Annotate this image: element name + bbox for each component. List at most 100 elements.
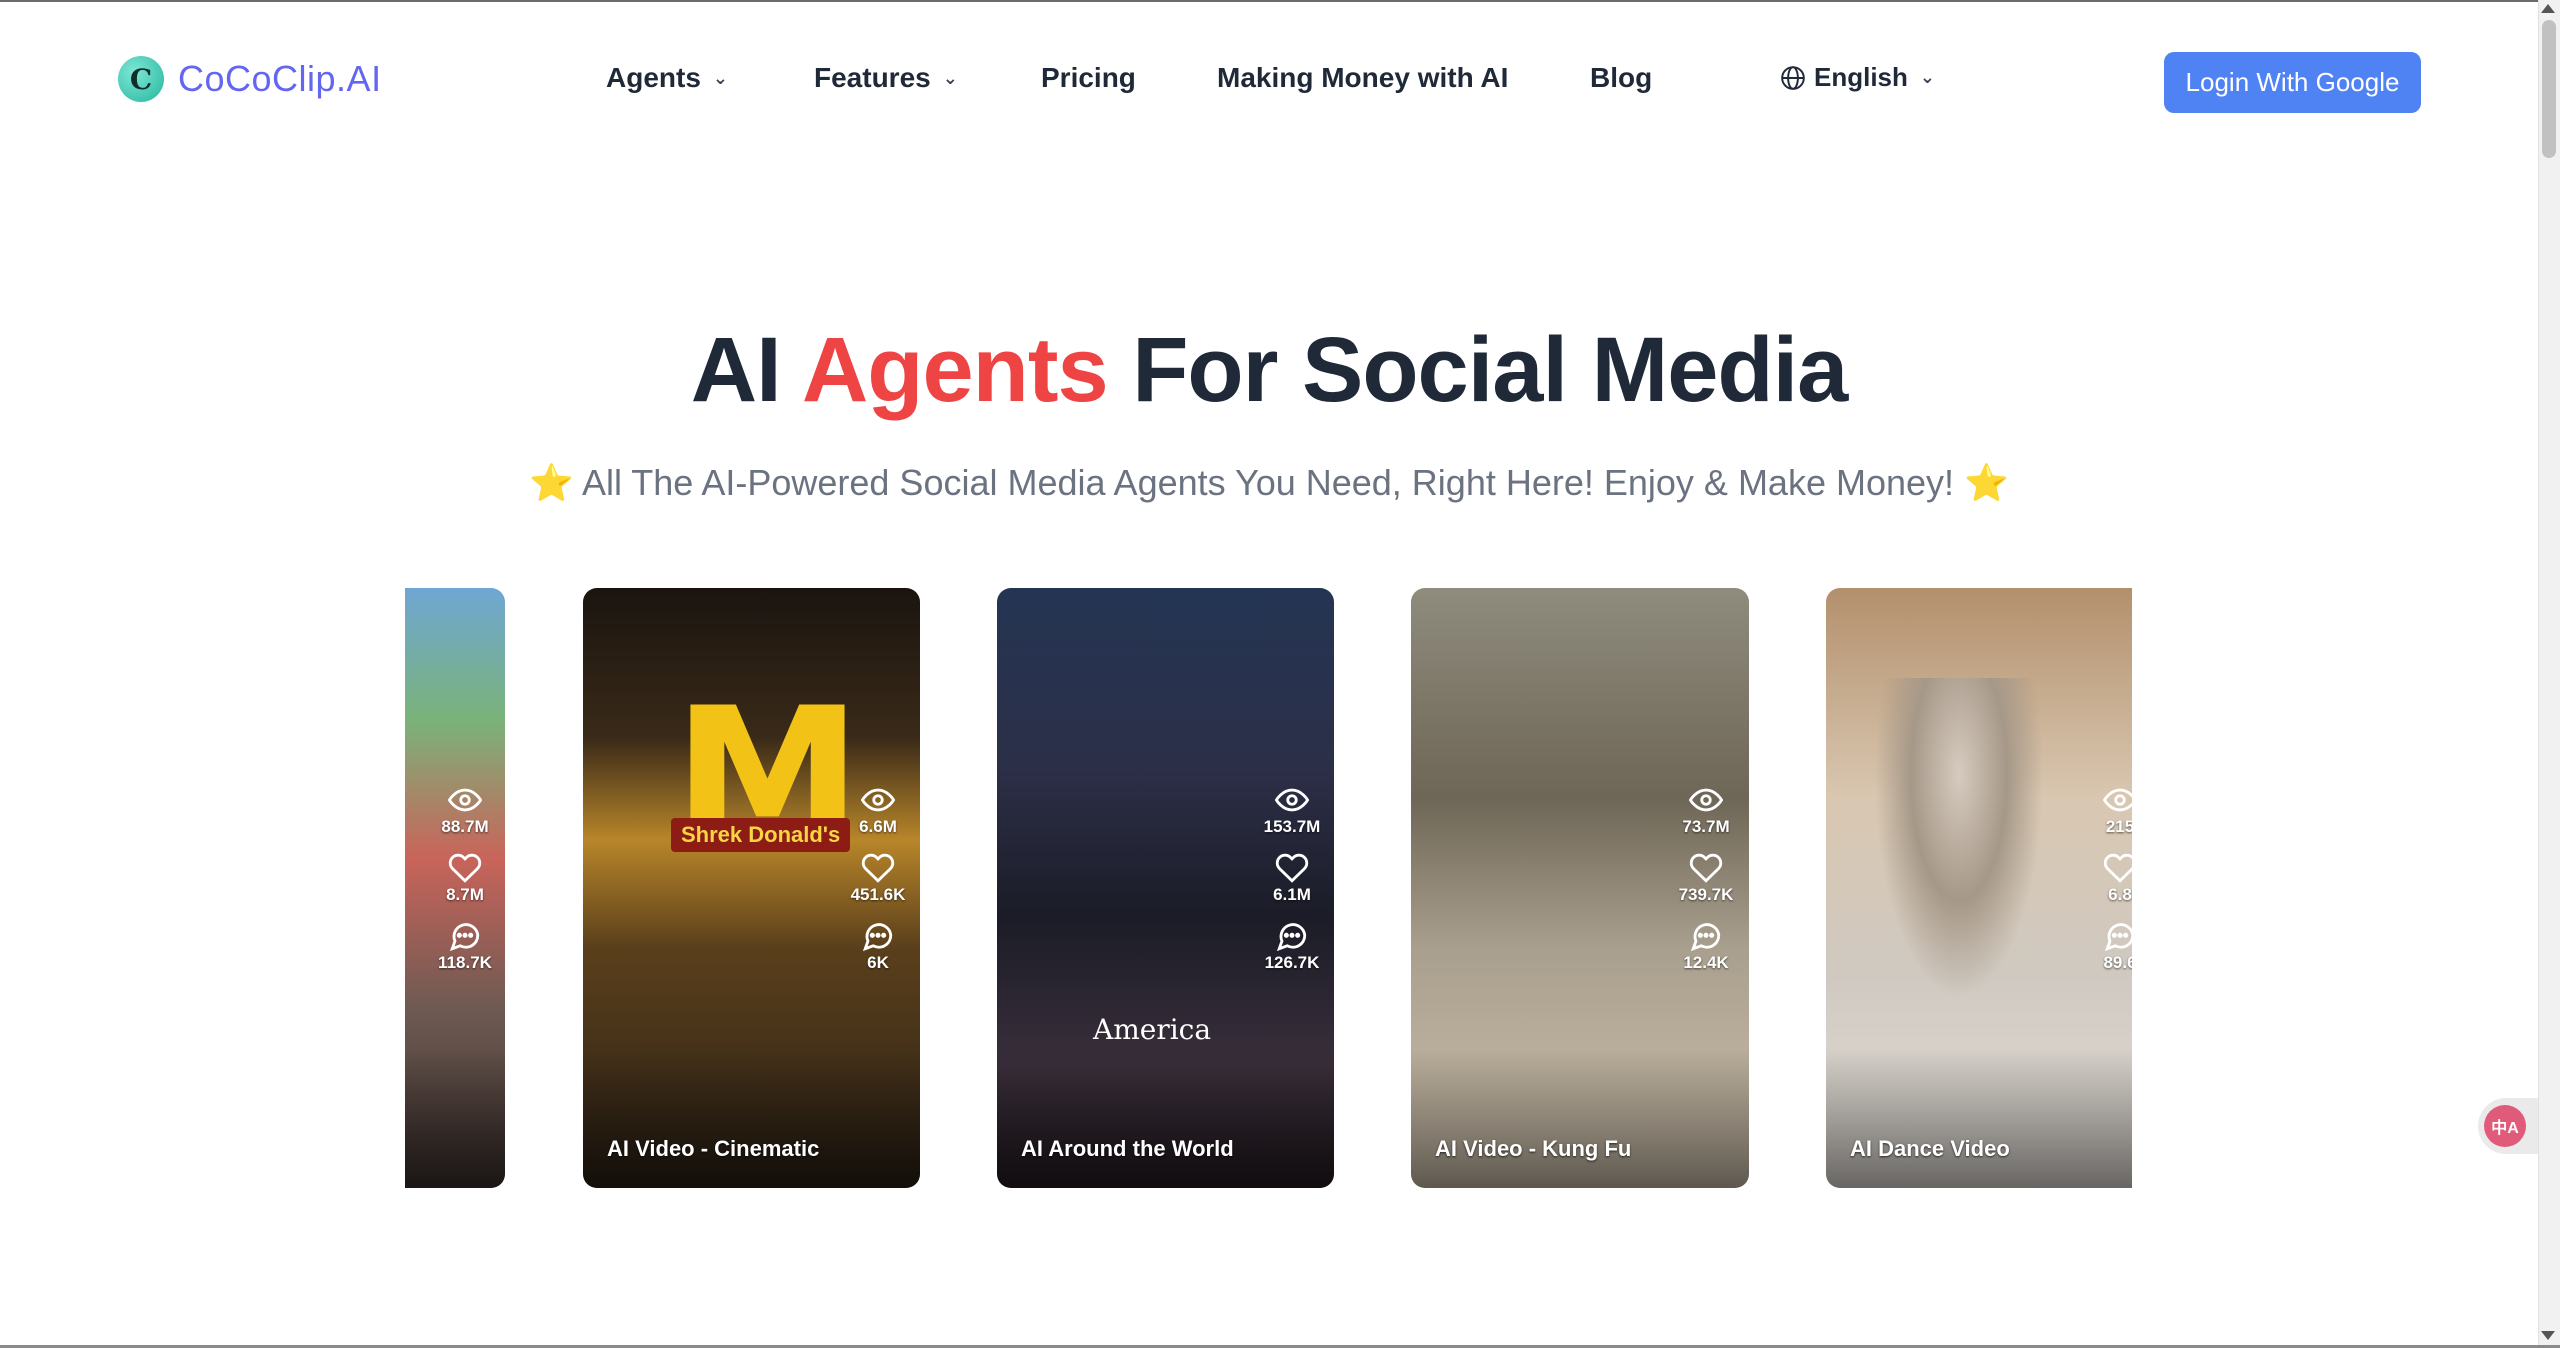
site-header: C CoCoClip.AI Agents ⌄ Features ⌄ Pricin… xyxy=(0,0,2538,165)
logo-icon: C xyxy=(118,56,164,102)
views-stat: 215 xyxy=(2103,783,2132,837)
card-stats: 215 6.8 89.6 xyxy=(2090,783,2132,973)
likes-stat: 8.7M xyxy=(446,851,484,905)
likes-stat: 6.1M xyxy=(1273,851,1311,905)
scrollbar-thumb[interactable] xyxy=(2542,20,2556,158)
likes-count: 8.7M xyxy=(446,885,484,904)
video-card[interactable]: 88.7M 8.7M 118.7K xyxy=(405,588,505,1188)
nav-agents-label: Agents xyxy=(606,62,701,93)
views-stat: 153.7M xyxy=(1263,783,1321,837)
heart-icon xyxy=(1275,853,1309,883)
card-stats: 6.6M 451.6K 6K xyxy=(848,783,908,973)
nav-blog-label: Blog xyxy=(1590,62,1653,93)
restaurant-sign: Shrek Donald's xyxy=(671,818,851,852)
card-stats: 153.7M 6.1M 126.7K xyxy=(1262,783,1322,973)
nav-making-money-label: Making Money with AI xyxy=(1217,62,1509,93)
nav-features[interactable]: Features ⌄ xyxy=(814,62,958,94)
card-title: AI Around the World xyxy=(1021,1136,1234,1161)
hero-subtitle: ⭐ All The AI-Powered Social Media Agents… xyxy=(0,462,2538,504)
translate-widget[interactable]: 中A xyxy=(2478,1098,2538,1154)
likes-count: 6.8 xyxy=(2108,885,2132,904)
brand-name: CoCoClip.AI xyxy=(178,58,382,99)
comments-stat: 126.7K xyxy=(1265,919,1319,973)
comments-count: 89.6 xyxy=(2103,953,2132,972)
eye-icon xyxy=(448,788,482,812)
chevron-down-icon: ⌄ xyxy=(712,67,728,88)
comment-icon xyxy=(1276,923,1307,952)
heart-icon xyxy=(861,853,895,883)
card-shade xyxy=(583,1048,920,1188)
nav-agents[interactable]: Agents ⌄ xyxy=(606,62,728,94)
hero-title-accent: Agents xyxy=(801,319,1109,421)
hero-title: AI Agents For Social Media xyxy=(0,318,2538,423)
views-count: 153.7M xyxy=(1263,817,1321,836)
hero-title-suffix: For Social Media xyxy=(1107,319,1848,421)
card-title: AI Dance Video xyxy=(1850,1136,2010,1161)
views-stat: 73.7M xyxy=(1682,783,1730,837)
comment-icon xyxy=(1690,923,1721,952)
heart-icon xyxy=(448,853,482,883)
hero-title-prefix: AI xyxy=(690,319,802,421)
eye-icon xyxy=(2103,788,2132,812)
likes-count: 451.6K xyxy=(850,885,906,904)
video-caption: America xyxy=(1093,1013,1212,1046)
card-shade xyxy=(1826,1048,2132,1188)
card-title: AI Video - Cinematic xyxy=(607,1136,820,1161)
chevron-down-icon: ⌄ xyxy=(942,67,958,88)
likes-count: 739.7K xyxy=(1678,885,1734,904)
nav-pricing[interactable]: Pricing xyxy=(1041,62,1136,94)
card-shade xyxy=(997,1048,1334,1188)
nav-pricing-label: Pricing xyxy=(1041,62,1136,93)
scroll-up-arrow-icon[interactable] xyxy=(2541,4,2555,13)
comments-count: 118.7K xyxy=(438,953,492,972)
comments-count: 6K xyxy=(867,953,889,972)
heart-icon xyxy=(2103,853,2132,883)
chevron-down-icon: ⌄ xyxy=(1919,67,1935,87)
translate-icon: 中A xyxy=(2484,1105,2526,1147)
vertical-scrollbar[interactable] xyxy=(2538,0,2560,1345)
likes-count: 6.1M xyxy=(1273,885,1311,904)
comments-stat: 6K xyxy=(861,919,895,973)
likes-stat: 739.7K xyxy=(1678,851,1734,905)
views-count: 88.7M xyxy=(441,817,489,836)
eye-icon xyxy=(1689,788,1723,812)
star-icon: ⭐ xyxy=(1964,462,2009,503)
nav-blog[interactable]: Blog xyxy=(1590,62,1652,94)
card-stats: 88.7M 8.7M 118.7K xyxy=(435,783,495,973)
hero-subtitle-text: All The AI-Powered Social Media Agents Y… xyxy=(581,462,1955,503)
views-count: 73.7M xyxy=(1682,817,1730,836)
likes-stat: 6.8 xyxy=(2103,851,2132,905)
views-stat: 6.6M xyxy=(859,783,897,837)
views-stat: 88.7M xyxy=(441,783,489,837)
video-card[interactable]: 73.7M 739.7K 12.4K AI Video - Kung Fu xyxy=(1411,588,1749,1188)
eye-icon xyxy=(1274,788,1309,812)
heart-icon xyxy=(1689,853,1723,883)
video-card[interactable]: 215 6.8 89.6 AI Dance Video xyxy=(1826,588,2132,1188)
comments-stat: 12.4K xyxy=(1683,919,1729,973)
scroll-down-arrow-icon[interactable] xyxy=(2541,1331,2555,1340)
eye-icon xyxy=(860,788,895,812)
language-selector[interactable]: English ⌄ xyxy=(1780,62,1935,93)
star-icon: ⭐ xyxy=(529,462,574,503)
video-card[interactable]: America 153.7M 6.1M 126.7K AI Around the… xyxy=(997,588,1334,1188)
nav-making-money[interactable]: Making Money with AI xyxy=(1217,62,1508,94)
login-with-google-button[interactable]: Login With Google xyxy=(2164,52,2421,113)
video-card[interactable]: M Shrek Donald's 6.6M 451.6K 6K AI Video… xyxy=(583,588,920,1188)
brand-logo[interactable]: C CoCoClip.AI xyxy=(118,56,382,102)
likes-stat: 451.6K xyxy=(850,851,906,905)
kitten-image xyxy=(1874,678,2044,998)
card-shade xyxy=(405,1048,505,1188)
globe-icon xyxy=(1781,65,1805,90)
language-label: English xyxy=(1814,62,1908,92)
views-count: 6.6M xyxy=(859,817,897,836)
comments-stat: 118.7K xyxy=(438,919,492,973)
comment-icon xyxy=(2104,923,2132,952)
comments-count: 12.4K xyxy=(1683,953,1729,972)
comment-icon xyxy=(862,923,893,952)
comments-stat: 89.6 xyxy=(2103,919,2132,973)
card-title: AI Video - Kung Fu xyxy=(1435,1136,1632,1161)
views-count: 215 xyxy=(2105,817,2132,836)
nav-features-label: Features xyxy=(814,62,931,93)
card-shade xyxy=(1411,1048,1749,1188)
card-stats: 73.7M 739.7K 12.4K xyxy=(1676,783,1736,973)
